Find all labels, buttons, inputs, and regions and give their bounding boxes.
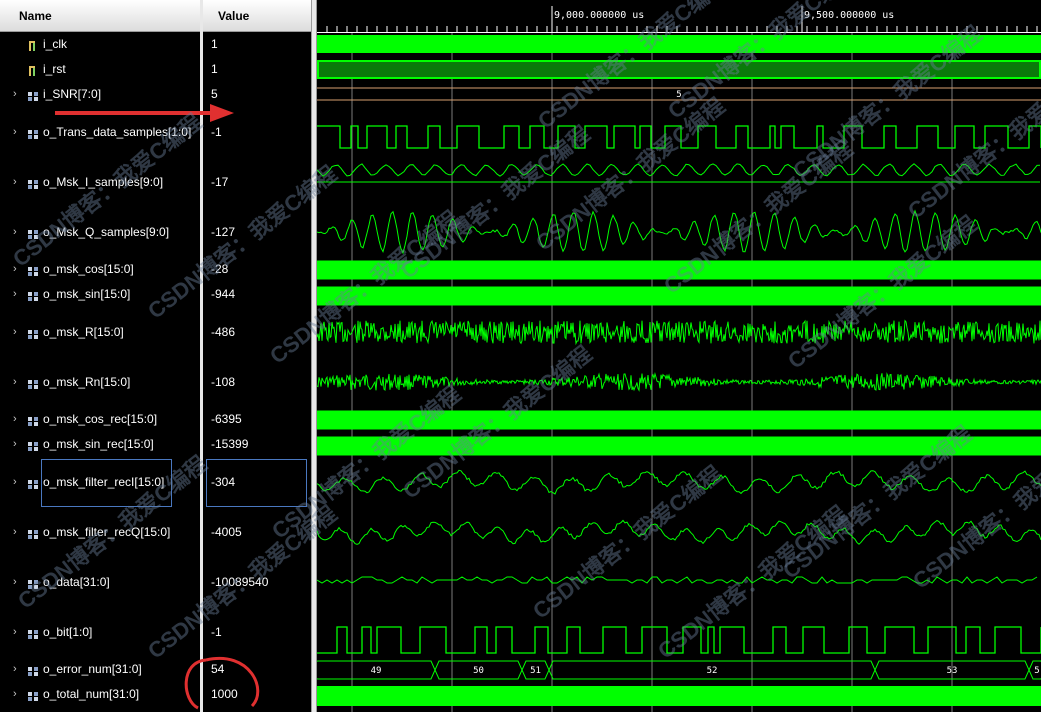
red-circle-annotation: [184, 656, 260, 710]
red-arrow-annotation: [55, 104, 234, 122]
annotation-layer: [55, 104, 260, 710]
